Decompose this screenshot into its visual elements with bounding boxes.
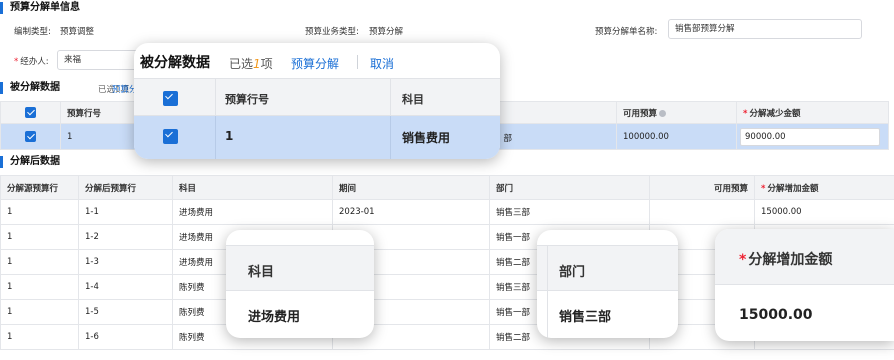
popup-row-checkbox[interactable] [163,129,178,144]
col-reduce: * 分解减少金额 [736,101,889,124]
row-no: 1 [67,131,73,142]
row-select-cell[interactable] [0,123,61,150]
cell-src: 1 [0,199,79,225]
popup-selected-number: 1 [253,57,261,71]
popup-col-divider [215,79,216,117]
zoom-dept-header-row: 部门 [537,245,678,292]
section-title-result: 分解后数据 [0,156,60,168]
zoom-callout-source: 被分解数据 已选1项 预算分解 取消 预算行号 科目 1 销售费用 [134,43,500,159]
popup-divider [357,55,358,69]
col-available-text: 可用预算 [623,108,658,119]
popup-decompose-link[interactable]: 预算分解 [291,55,339,72]
col-dept: 部门 [489,175,650,200]
cell-dst: 1-4 [78,274,173,300]
cell-dst: 1-1 [78,199,173,225]
popup-col-divider [390,79,391,117]
handler-label: * 经办人: [14,57,49,67]
doc-name-input[interactable]: 销售部预算分解 [668,19,862,39]
cell-dst: 1-2 [78,224,173,250]
reduce-amount-input[interactable]: 90000.00 [740,127,880,146]
table-row[interactable]: 1 1-1 进场费用 2023-01 销售三部 15000.00 [0,199,894,225]
popup-selected-prefix: 已选 [229,57,254,71]
dept-partial: 部 [503,133,513,144]
biz-type-value: 预算分解 [369,27,404,37]
info-icon [659,109,667,117]
popup-col-divider [215,116,216,159]
section-title-info: 预算分解单信息 [0,2,80,14]
col-add: * 分解增加金额 [754,175,894,200]
edit-type-label: 编制类型: [14,27,51,37]
col-reduce-text: 分解减少金额 [749,108,801,119]
cell-avail [649,199,755,225]
col-avail: 可用预算 [649,175,755,200]
select-all-checkbox[interactable] [25,107,36,118]
edit-type-value: 预算调整 [60,27,95,37]
zoom-callout-amount: * 分解增加金额 15000.00 [715,229,894,341]
biz-type-label: 预算业务类型: [305,27,359,37]
zoom-subject-header: 科目 [248,265,275,280]
result-table-header: 分解源预算行 分解后预算行 科目 期间 部门 可用预算 * 分解增加金额 [0,175,894,200]
popup-row-select[interactable] [163,129,178,144]
reduce-cell: 90000.00 [736,123,889,150]
zoom-dept-value: 销售三部 [559,310,612,325]
handler-label-text: 经办人: [20,57,49,67]
popup-table-header: 预算行号 科目 [134,78,500,117]
zoom-amount-header: * 分解增加金额 [739,252,833,268]
popup-selected-suffix: 项 [260,57,273,71]
cell-src: 1 [0,224,79,250]
zoom-col-divider [547,246,548,292]
select-all-cell[interactable] [0,101,61,124]
popup-select-all-checkbox[interactable] [163,91,178,106]
cell-dst: 1-6 [78,324,173,350]
col-src-row: 分解源预算行 [0,175,79,200]
popup-col-row-no: 预算行号 [225,93,269,106]
doc-name-label: 预算分解单名称: [595,27,658,37]
cell-subject: 进场费用 [172,199,333,225]
popup-title: 被分解数据 [140,55,210,71]
zoom-col-divider [547,291,548,338]
popup-subject: 销售费用 [402,131,451,145]
popup-select-all[interactable] [163,91,178,106]
popup-cancel-link[interactable]: 取消 [370,55,394,72]
popup-row[interactable]: 1 销售费用 [134,116,500,159]
col-add-text: 分解增加金额 [767,183,819,194]
col-subject: 科目 [172,175,333,200]
zoom-amount-header-text: 分解增加金额 [748,252,833,268]
col-period: 期间 [332,175,490,200]
cell-period: 2023-01 [332,199,490,225]
cell-add[interactable]: 15000.00 [754,199,894,225]
zoom-callout-subject: 科目 进场费用 [226,230,374,338]
col-dst-row: 分解后预算行 [78,175,173,200]
cell-dst: 1-3 [78,249,173,275]
section-title-source: 被分解数据 [0,82,60,94]
row-checkbox[interactable] [25,131,36,142]
available-cell: 100000.00 [616,123,737,150]
popup-col-divider [390,116,391,159]
cell-src: 1 [0,299,79,325]
cell-src: 1 [0,274,79,300]
zoom-subject-value: 进场费用 [248,310,301,325]
zoom-callout-dept: 部门 销售三部 [537,230,678,338]
popup-selected: 已选1项 [229,55,273,72]
popup-col-subject: 科目 [402,93,424,106]
zoom-amount-value: 15000.00 [739,307,813,323]
cell-dept: 销售三部 [489,199,650,225]
col-available: 可用预算 [616,101,737,124]
cell-src: 1 [0,324,79,350]
cell-src: 1 [0,249,79,275]
zoom-dept-header: 部门 [559,265,586,280]
zoom-amount-header-row: * 分解增加金额 [715,229,894,285]
cell-dst: 1-5 [78,299,173,325]
zoom-subject-header-row: 科目 [226,245,374,291]
popup-row-no: 1 [225,129,234,143]
